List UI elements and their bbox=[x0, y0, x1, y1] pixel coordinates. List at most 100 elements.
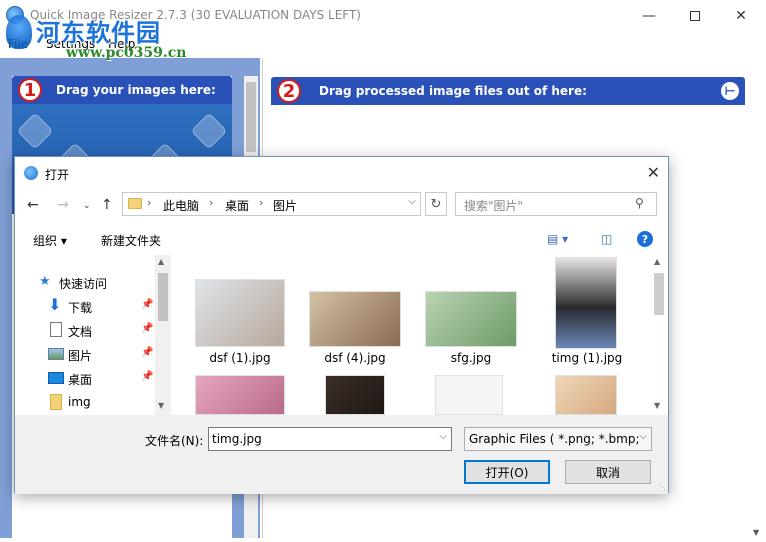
menu-settings[interactable]: Settings bbox=[46, 37, 95, 51]
file-name[interactable]: sfg.jpg bbox=[411, 351, 531, 365]
pin-icon[interactable]: 📌 bbox=[141, 323, 153, 334]
window-title: Quick Image Resizer 2.7.3 (30 EVALUATION… bbox=[30, 8, 361, 22]
organize-button[interactable]: 组织 ▾ bbox=[33, 232, 67, 249]
step2-label: Drag processed image files out of here: bbox=[319, 84, 587, 98]
menu-bar: File Settings Help bbox=[0, 33, 766, 55]
pin-icon[interactable]: ⊢ bbox=[721, 82, 739, 100]
preview-pane-icon[interactable]: ◫ bbox=[601, 232, 612, 246]
pin-icon[interactable]: 📌 bbox=[141, 299, 153, 310]
hint-line: will be smaller. bbox=[34, 516, 113, 528]
folder-icon bbox=[50, 394, 62, 410]
filename-label: 文件名(N): bbox=[145, 434, 204, 448]
drop-tile-icon bbox=[190, 112, 228, 150]
chevron-right-icon[interactable]: › bbox=[209, 196, 213, 209]
minimize-icon: — bbox=[642, 7, 656, 24]
address-segment[interactable]: 桌面 bbox=[225, 197, 249, 214]
address-segment[interactable]: 图片 bbox=[273, 197, 297, 214]
scroll-down-arrow-icon[interactable]: ▼ bbox=[753, 528, 766, 537]
file-thumbnail[interactable] bbox=[325, 375, 385, 415]
menu-file[interactable]: File bbox=[8, 37, 28, 51]
nav-item-img[interactable]: img bbox=[15, 391, 155, 413]
chevron-down-icon[interactable]: ⌵ bbox=[408, 196, 416, 207]
back-arrow-icon[interactable]: ← bbox=[27, 197, 39, 213]
file-name[interactable]: timg (1).jpg bbox=[527, 351, 647, 365]
dialog-toolbar: 组织 ▾ 新建文件夹 ▤ ▾ ◫ ? bbox=[15, 227, 668, 253]
address-bar[interactable]: › 此电脑 › 桌面 › 图片 ⌵ bbox=[122, 192, 421, 216]
maximize-button[interactable] bbox=[672, 0, 718, 31]
drop-tile-icon bbox=[16, 112, 54, 150]
close-icon: ✕ bbox=[735, 7, 747, 24]
step1-label: Drag your images here: bbox=[56, 83, 216, 97]
folder-icon bbox=[128, 198, 142, 209]
file-thumbnail[interactable] bbox=[555, 375, 617, 415]
nav-item-label: 桌面 bbox=[68, 373, 93, 387]
pin-icon[interactable]: 📌 bbox=[141, 347, 153, 358]
menu-help[interactable]: Help bbox=[108, 37, 135, 51]
minimize-button[interactable]: — bbox=[626, 0, 672, 31]
chevron-right-icon[interactable]: › bbox=[259, 196, 263, 209]
refresh-icon: ↻ bbox=[430, 196, 442, 212]
app-window: Quick Image Resizer 2.7.3 (30 EVALUATION… bbox=[0, 0, 766, 541]
file-thumbnail[interactable] bbox=[309, 291, 401, 347]
file-list-scrollbar[interactable]: ▲ ▼ bbox=[651, 255, 667, 415]
file-thumbnail[interactable] bbox=[555, 257, 617, 349]
chevron-down-icon[interactable]: ⌵ bbox=[439, 431, 447, 442]
help-icon[interactable]: ? bbox=[637, 231, 653, 247]
scroll-down-arrow-icon[interactable]: ▼ bbox=[158, 401, 164, 410]
dialog-title: 打开 bbox=[45, 168, 70, 182]
file-thumbnail[interactable] bbox=[195, 279, 285, 347]
dialog-nav-bar: ← → ⌄ ↑ › 此电脑 › 桌面 › 图片 ⌵ ↻ 搜索"图片" ⚲ bbox=[15, 189, 668, 221]
title-bar: Quick Image Resizer 2.7.3 (30 EVALUATION… bbox=[0, 0, 766, 31]
dialog-close-icon[interactable]: ✕ bbox=[647, 163, 660, 182]
search-input[interactable]: 搜索"图片" bbox=[455, 192, 657, 216]
nav-scroll-thumb[interactable] bbox=[158, 273, 168, 321]
picture-icon bbox=[48, 348, 64, 360]
nav-item-downloads[interactable]: ⬇ 下载 📌 bbox=[15, 295, 155, 317]
file-name[interactable]: dsf (1).jpg bbox=[180, 351, 300, 365]
left-scroll-thumb[interactable] bbox=[246, 82, 256, 152]
scroll-up-arrow-icon[interactable]: ▲ bbox=[158, 257, 164, 266]
file-name[interactable]: dsf (4).jpg bbox=[295, 351, 415, 365]
organize-label: 组织 bbox=[33, 234, 58, 248]
search-icon[interactable]: ⚲ bbox=[635, 196, 662, 210]
close-button[interactable]: ✕ bbox=[718, 0, 764, 31]
new-folder-button[interactable]: 新建文件夹 bbox=[101, 232, 161, 249]
filename-input[interactable]: timg.jpg ⌵ bbox=[208, 427, 452, 451]
file-thumbnail[interactable] bbox=[435, 375, 503, 415]
star-icon: ★ bbox=[39, 274, 51, 289]
dialog-title-bar: 打开 ✕ bbox=[15, 157, 668, 189]
hint-line: either the image's height or width bbox=[34, 503, 214, 515]
scroll-up-arrow-icon[interactable]: ▲ bbox=[654, 257, 660, 266]
address-segment[interactable]: 此电脑 bbox=[163, 197, 199, 214]
right-scrollbar[interactable]: ▼ bbox=[753, 58, 766, 538]
nav-pane-scrollbar[interactable]: ▲ ▼ bbox=[155, 255, 171, 415]
refresh-button[interactable]: ↻ bbox=[425, 192, 447, 216]
resize-grip-icon[interactable]: ⋱ bbox=[658, 483, 666, 492]
recent-dropdown-icon[interactable]: ⌄ bbox=[83, 201, 91, 211]
nav-item-label: img bbox=[68, 395, 91, 409]
filetype-select[interactable]: Graphic Files ( *.png; *.bmp; ⌵ bbox=[464, 427, 652, 451]
nav-item-label: 文档 bbox=[68, 325, 93, 339]
open-file-dialog: 打开 ✕ ← → ⌄ ↑ › 此电脑 › 桌面 › 图片 ⌵ ↻ 搜索"图片" … bbox=[14, 156, 669, 494]
nav-item-quick-access[interactable]: ★ 快速访问 bbox=[15, 271, 155, 293]
file-scroll-thumb[interactable] bbox=[654, 273, 664, 315]
file-thumbnail[interactable] bbox=[425, 291, 517, 347]
view-mode-icon[interactable]: ▤ ▾ bbox=[547, 232, 568, 246]
scroll-down-arrow-icon[interactable]: ▼ bbox=[654, 401, 660, 410]
maximize-icon bbox=[690, 10, 700, 21]
nav-item-label: 下载 bbox=[68, 301, 93, 315]
cancel-button[interactable]: 取消 bbox=[565, 460, 651, 484]
up-arrow-icon[interactable]: ↑ bbox=[101, 197, 113, 213]
nav-item-desktop[interactable]: 桌面 📌 bbox=[15, 367, 155, 389]
chevron-right-icon[interactable]: › bbox=[147, 196, 151, 209]
nav-item-documents[interactable]: 文档 📌 bbox=[15, 319, 155, 341]
download-icon: ⬇ bbox=[48, 295, 62, 314]
file-thumbnail[interactable] bbox=[195, 375, 285, 415]
dialog-footer: 文件名(N): timg.jpg ⌵ Graphic Files ( *.png… bbox=[15, 415, 668, 494]
nav-item-pictures[interactable]: 图片 📌 bbox=[15, 343, 155, 365]
pin-icon[interactable]: 📌 bbox=[141, 371, 153, 382]
hint-text: If the aspect ratio doesn't match, eithe… bbox=[22, 490, 242, 542]
open-button[interactable]: 打开(O) bbox=[464, 460, 550, 484]
forward-arrow-icon[interactable]: → bbox=[57, 197, 69, 213]
chevron-down-icon[interactable]: ⌵ bbox=[639, 431, 647, 442]
